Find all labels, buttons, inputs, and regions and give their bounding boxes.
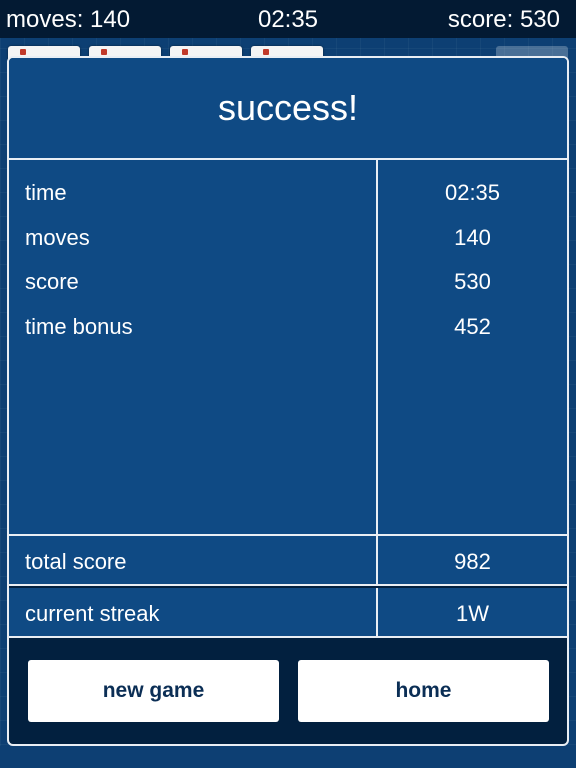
current-streak-row: current streak 1W — [9, 588, 567, 638]
current-streak-value: 1W — [456, 601, 489, 626]
dialog-actions: new game home — [9, 640, 567, 744]
stat-row-score: score 530 — [9, 259, 567, 303]
new-game-button[interactable]: new game — [28, 660, 279, 722]
stat-row-moves: moves 140 — [9, 215, 567, 259]
stat-label: moves — [25, 225, 90, 250]
stat-value: 140 — [454, 225, 491, 250]
stat-label: time bonus — [25, 314, 133, 339]
stat-label: time — [25, 180, 67, 205]
stat-value: 02:35 — [444, 180, 501, 205]
total-score-row: total score 982 — [9, 536, 567, 586]
home-button[interactable]: home — [298, 660, 549, 722]
stats-table: time 02:35 moves 140 score 530 time bonu… — [9, 160, 567, 536]
card-suit-icon — [20, 49, 26, 55]
score-counter: score: 530 — [447, 6, 560, 33]
table-background — [0, 746, 576, 768]
success-dialog: success! time 02:35 moves 140 score 530 … — [7, 56, 569, 746]
card-suit-icon — [182, 49, 188, 55]
status-bar: moves: 140 02:35 score: 530 — [0, 0, 576, 38]
stat-value: 452 — [454, 314, 491, 339]
dialog-title: success! — [9, 58, 567, 160]
stat-row-time: time 02:35 — [9, 170, 567, 214]
card-suit-icon — [263, 49, 269, 55]
stat-value: 530 — [454, 269, 491, 294]
current-streak-label: current streak — [25, 601, 160, 626]
stat-label: score — [25, 269, 79, 294]
stat-row-time-bonus: time bonus 452 — [9, 304, 567, 348]
card-tableau-peek — [0, 38, 576, 60]
card-suit-icon — [101, 49, 107, 55]
total-score-label: total score — [25, 549, 127, 574]
total-score-value: 982 — [454, 549, 491, 574]
